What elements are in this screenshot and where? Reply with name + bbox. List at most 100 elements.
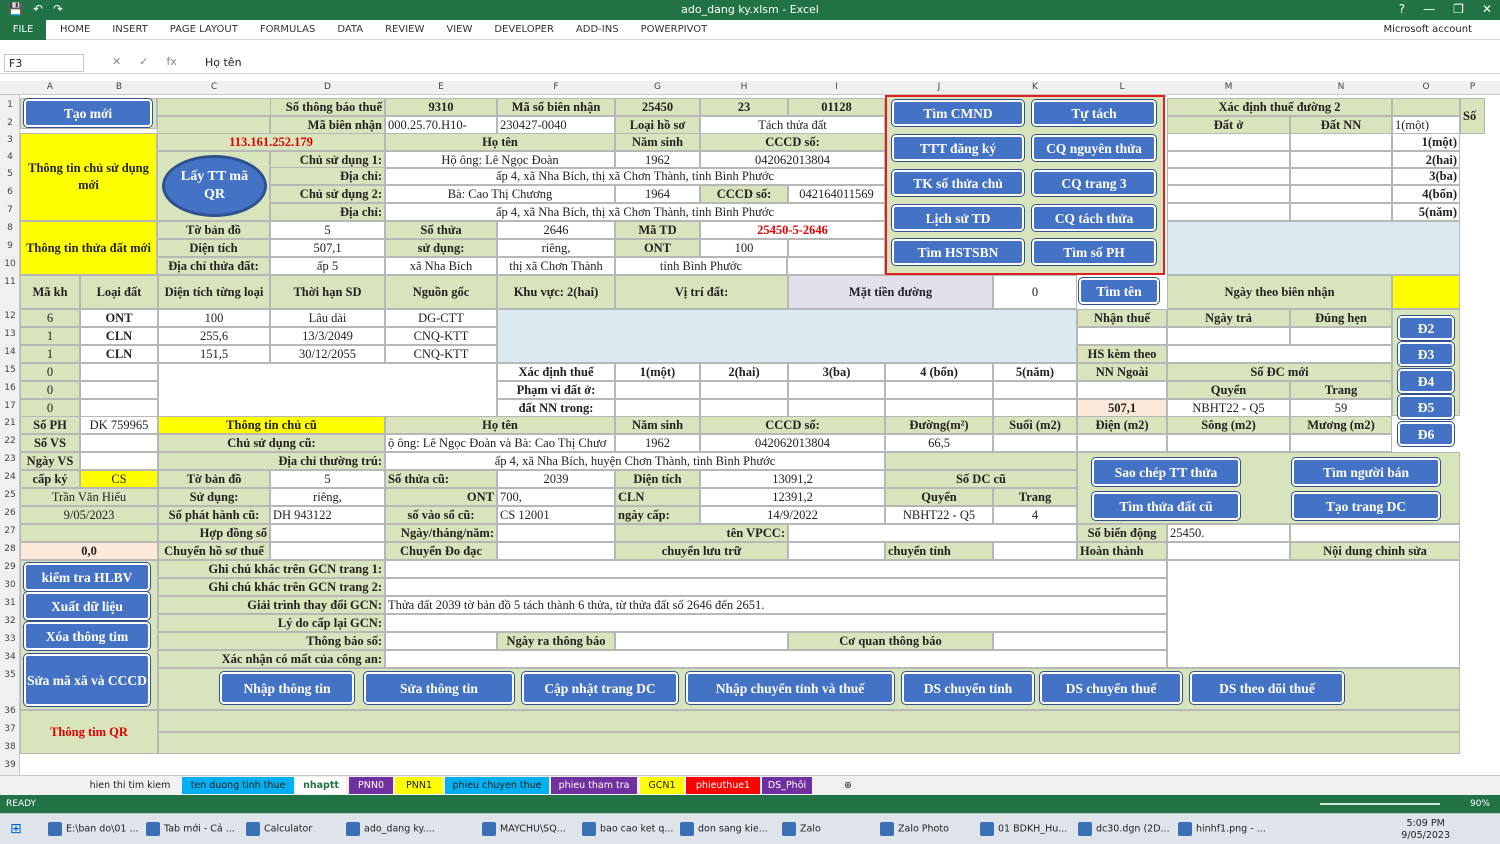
cell[interactable] <box>788 399 885 417</box>
row-header[interactable]: 35 <box>0 670 20 680</box>
tao-trang-dc-button[interactable]: Tạo trang DC <box>1292 492 1440 520</box>
cell[interactable]: sử dụng: <box>385 239 497 257</box>
tk-so-thua-button[interactable]: TK số thửa chủ <box>892 170 1024 196</box>
cell[interactable]: 2646 <box>497 221 615 239</box>
column-header[interactable]: J <box>885 82 993 92</box>
lich-su-td-button[interactable]: Lịch sử TD <box>892 205 1024 231</box>
minimize-button[interactable]: — <box>1423 2 1435 16</box>
cell[interactable]: Địa chỉ: <box>270 167 385 185</box>
cell[interactable]: Cơ quan thông báo <box>788 632 993 650</box>
cell[interactable]: 0 <box>993 275 1077 309</box>
cell[interactable]: 507,1 <box>1077 399 1167 417</box>
row-header[interactable]: 4 <box>0 152 20 162</box>
sheet-tab[interactable]: ten duong tinh thue <box>182 777 294 794</box>
sua-ma-xa-cccd-button[interactable]: Sửa mã xã và CCCD <box>24 654 150 706</box>
cell[interactable]: Quyển <box>1167 381 1290 399</box>
cell[interactable] <box>1077 327 1167 345</box>
cell[interactable] <box>1077 434 1167 452</box>
cell[interactable]: Chuyển hồ sơ thuế <box>158 542 270 560</box>
cell[interactable] <box>993 542 1077 560</box>
cell[interactable]: 4 (bốn) <box>885 363 993 381</box>
kiem-tra-hlbv-button[interactable]: kiểm tra HLBV <box>24 563 150 591</box>
d4-button[interactable]: Đ4 <box>1398 369 1454 393</box>
tim-hstsbn-button[interactable]: Tìm HSTSBN <box>892 239 1024 265</box>
close-button[interactable]: ✕ <box>1482 2 1492 16</box>
ribbon-tab[interactable]: POWERPIVOT <box>641 24 708 35</box>
cell[interactable]: Quyển <box>885 488 993 506</box>
cell[interactable]: Sử dụng: <box>158 488 270 506</box>
cell[interactable] <box>80 399 158 417</box>
row-header[interactable]: 23 <box>0 454 20 464</box>
column-header[interactable]: H <box>700 82 788 92</box>
xuat-du-lieu-button[interactable]: Xuất dữ liệu <box>24 592 150 620</box>
tao-moi-button[interactable]: Tạo mới <box>24 99 152 127</box>
row-header[interactable]: 6 <box>0 187 20 197</box>
cell[interactable] <box>1167 167 1290 185</box>
column-header[interactable]: A <box>20 82 80 92</box>
row-header[interactable]: 3 <box>0 135 20 145</box>
cell[interactable] <box>270 524 385 542</box>
cell[interactable]: 042164011569 <box>788 185 885 203</box>
row-header[interactable]: 16 <box>0 383 20 393</box>
zoom-slider[interactable] <box>1320 803 1440 805</box>
cell[interactable] <box>885 399 993 417</box>
cell[interactable]: 5(năm) <box>1392 203 1460 221</box>
cell[interactable] <box>885 452 1077 470</box>
cell[interactable]: 01128 <box>788 98 885 116</box>
cell[interactable]: Số thửa <box>385 221 497 239</box>
cell[interactable] <box>700 381 788 399</box>
cell[interactable]: CNQ-KTT <box>385 327 497 345</box>
cell[interactable]: CS <box>80 470 158 488</box>
row-header[interactable]: 9 <box>0 241 20 251</box>
cell[interactable]: Trang <box>1290 381 1392 399</box>
cell[interactable] <box>1290 434 1392 452</box>
cell[interactable]: Năm sinh <box>615 416 700 434</box>
tim-cmnd-button[interactable]: Tìm CMND <box>892 100 1024 126</box>
cell[interactable]: 507,1 <box>270 239 385 257</box>
ttt-dang-ky-button[interactable]: TTT đăng ký <box>892 135 1024 161</box>
ds-theo-doi-thue-button[interactable]: DS theo dõi thuế <box>1190 672 1344 704</box>
cell[interactable]: Giải trình thay đổi GCN: <box>158 596 385 614</box>
cell[interactable]: số vào sổ cũ: <box>385 506 497 524</box>
xoa-thong-tim-button[interactable]: Xóa thông tim <box>24 622 150 650</box>
cell[interactable] <box>270 542 385 560</box>
cell[interactable] <box>1167 542 1290 560</box>
cell[interactable]: Lâu dài <box>270 309 385 327</box>
lay-tt-qr-button[interactable]: Lấy TT mã QR <box>162 155 267 217</box>
cell[interactable]: 4 <box>993 506 1077 524</box>
tim-thua-dat-cu-button[interactable]: Tìm thửa đất cũ <box>1092 492 1240 520</box>
cell[interactable]: 100 <box>700 239 788 257</box>
cq-nguyen-thua-button[interactable]: CQ nguyên thửa <box>1032 135 1156 161</box>
cell[interactable] <box>1290 133 1392 151</box>
cell[interactable] <box>1392 275 1460 309</box>
cell[interactable]: Trần Văn Hiếu <box>20 488 158 506</box>
cell[interactable]: 042062013804 <box>700 434 885 452</box>
sheet-tab[interactable]: nhaptt <box>296 777 346 794</box>
cell[interactable]: 9/05/2023 <box>20 506 158 524</box>
taskbar-item[interactable]: E:\ban do\01 ... <box>48 822 139 836</box>
cell[interactable]: Ngày trả <box>1167 309 1290 327</box>
cell[interactable]: 100 <box>158 309 270 327</box>
row-header[interactable]: 39 <box>0 760 20 770</box>
cell[interactable] <box>1290 524 1460 542</box>
cell[interactable]: Hoàn thành <box>1077 542 1167 560</box>
cell[interactable]: ấp 4, xã Nha Bích, thị xã Chơn Thành, tỉ… <box>385 203 885 221</box>
cell[interactable] <box>788 542 885 560</box>
cell[interactable]: NBHT22 - Q5 <box>885 506 993 524</box>
cell[interactable]: tỉnh Bình Phước <box>615 257 787 275</box>
account-menu[interactable]: Microsoft account <box>1383 24 1472 35</box>
row-header[interactable]: 21 <box>0 418 20 428</box>
cell[interactable]: Lý do cấp lại GCN: <box>158 614 385 632</box>
cell[interactable]: 0 <box>20 381 80 399</box>
cell[interactable]: Diện tích <box>615 470 700 488</box>
cell[interactable]: Đúng hẹn <box>1290 309 1392 327</box>
d5-button[interactable]: Đ5 <box>1398 395 1454 419</box>
d2-button[interactable]: Đ2 <box>1398 316 1454 340</box>
clock[interactable]: 5:09 PM 9/05/2023 <box>1401 818 1450 842</box>
taskbar-item[interactable]: Tab mới - Cả ... <box>146 822 235 836</box>
cell[interactable] <box>80 434 158 452</box>
cell[interactable]: Vị trí đất: <box>615 275 788 309</box>
cell[interactable]: Trang <box>993 488 1077 506</box>
cell[interactable]: 700, <box>497 488 615 506</box>
row-header[interactable]: 5 <box>0 169 20 179</box>
